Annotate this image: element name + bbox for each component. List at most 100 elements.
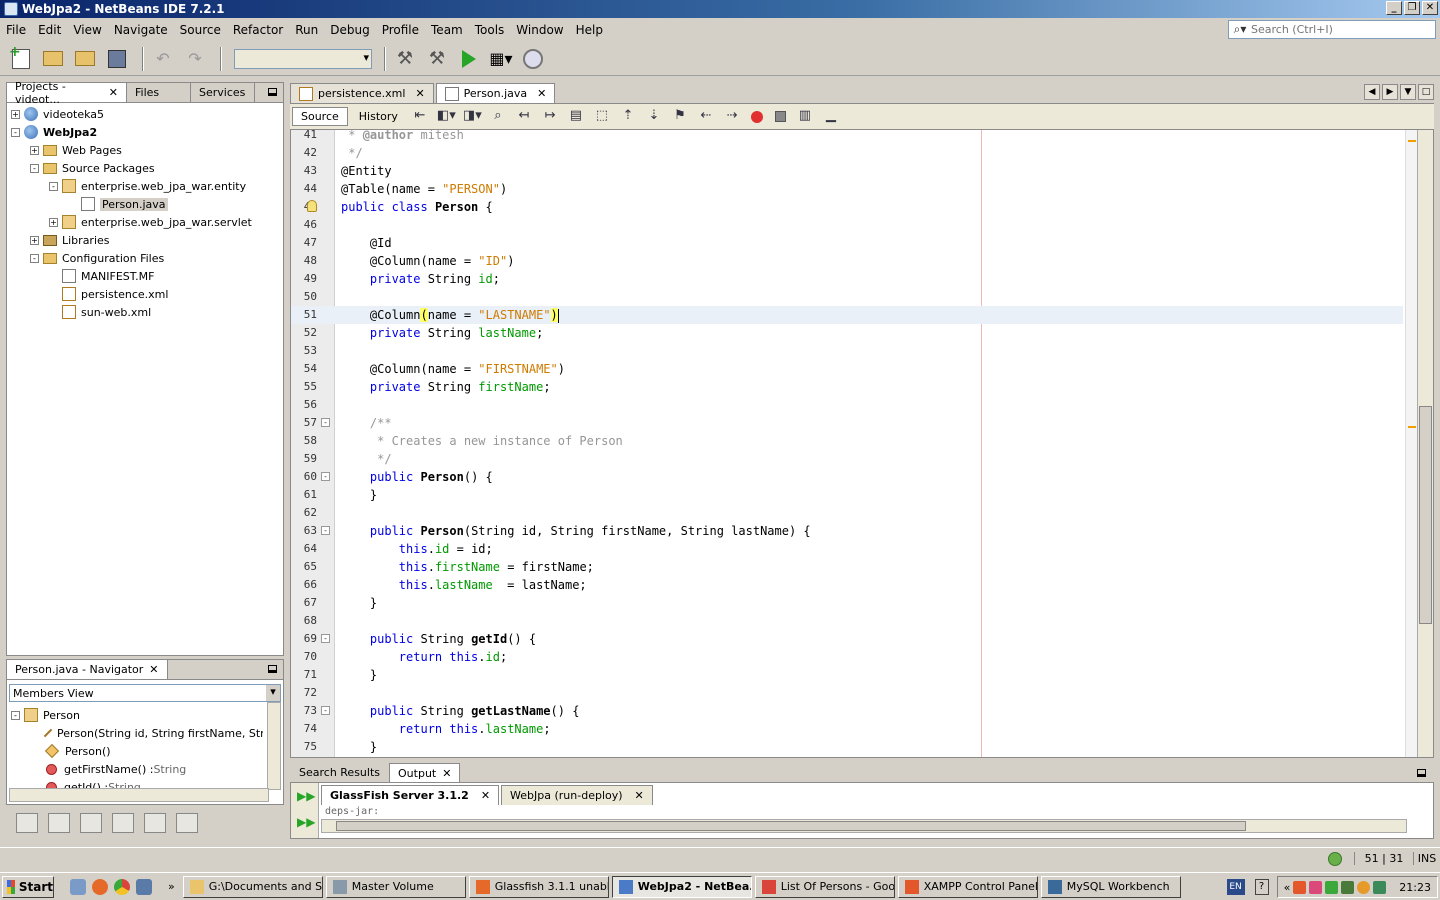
code-line[interactable]: 67 }: [291, 594, 1403, 612]
warning-marker[interactable]: [1408, 426, 1416, 428]
configuration-select[interactable]: [234, 48, 372, 69]
close-icon[interactable]: ✕: [537, 87, 546, 100]
menu-navigate[interactable]: Navigate: [108, 23, 174, 37]
tree-node[interactable]: + enterprise.web_jpa_war.servlet: [7, 213, 283, 231]
code-line[interactable]: 53: [291, 342, 1403, 360]
menu-source[interactable]: Source: [174, 23, 227, 37]
tab-navigator[interactable]: Person.java - Navigator ✕: [7, 660, 168, 679]
toggle-highlight-icon[interactable]: ▤: [567, 108, 585, 126]
show-non-public-icon[interactable]: [112, 813, 134, 833]
scrollbar-thumb[interactable]: [1419, 406, 1432, 624]
help-icon[interactable]: ?: [1254, 879, 1269, 895]
output-horizontal-scrollbar[interactable]: [321, 819, 1407, 833]
back-icon[interactable]: ◧▾: [437, 108, 456, 126]
tab-output[interactable]: Output ✕: [389, 763, 461, 782]
output-subtab[interactable]: GlassFish Server 3.1.2 ✕: [321, 785, 500, 805]
toggle-bookmark-icon[interactable]: ⚑: [671, 108, 689, 126]
last-edit-icon[interactable]: ⇤: [411, 108, 429, 126]
navigator-member[interactable]: Person(): [43, 742, 263, 760]
scrollbar-thumb[interactable]: [336, 821, 1246, 831]
clock[interactable]: 21:23: [1399, 881, 1431, 894]
editor-vertical-scrollbar[interactable]: [1417, 130, 1433, 757]
display-tray-icon[interactable]: [1341, 880, 1355, 894]
minimize-panel-icon[interactable]: [1417, 769, 1426, 777]
close-icon[interactable]: ✕: [109, 86, 118, 99]
find-icon[interactable]: ⌕: [489, 108, 507, 126]
code-line[interactable]: 48 @Column(name = "ID"): [291, 252, 1403, 270]
code-line[interactable]: 44 @Table(name = "PERSON"): [291, 180, 1403, 198]
editor-tab-person-java[interactable]: Person.java ✕: [435, 83, 556, 103]
code-line[interactable]: 49 private String id;: [291, 270, 1403, 288]
code-editor[interactable]: 41 * @author mitesh 42 */43 @Entity 44 @Tabl…: [290, 130, 1434, 758]
tree-node[interactable]: + Libraries: [7, 231, 283, 249]
code-line[interactable]: 70 return this.id;: [291, 648, 1403, 666]
toggle-rect-selection-icon[interactable]: ⬚: [593, 108, 611, 126]
tray-app-icon[interactable]: [1309, 880, 1323, 894]
code-line[interactable]: 57- /**: [291, 414, 1403, 432]
show-desktop-icon[interactable]: [70, 878, 86, 895]
scroll-tabs-left-icon[interactable]: ◀: [1364, 84, 1380, 100]
code-line[interactable]: 63- public Person(String id, String firs…: [291, 522, 1403, 540]
collapse-icon[interactable]: -: [49, 181, 58, 191]
navigator-vertical-scrollbar[interactable]: [267, 702, 281, 790]
history-view-button[interactable]: History: [350, 107, 407, 126]
tab-files[interactable]: Files: [127, 83, 191, 102]
tree-node[interactable]: + Web Pages: [7, 141, 283, 159]
menu-team[interactable]: Team: [425, 23, 469, 37]
menu-window[interactable]: Window: [510, 23, 569, 37]
navigator-root[interactable]: - Person: [7, 706, 283, 724]
navigator-horizontal-scrollbar[interactable]: [9, 788, 269, 802]
code-line[interactable]: 52 private String lastName;: [291, 324, 1403, 342]
new-file-button[interactable]: [8, 44, 34, 72]
fold-icon[interactable]: -: [321, 706, 330, 715]
code-line[interactable]: 60- public Person() {: [291, 468, 1403, 486]
save-all-button[interactable]: [104, 46, 130, 72]
close-window-button[interactable]: ✕: [1422, 1, 1438, 15]
code-line[interactable]: 69- public String getId() {: [291, 630, 1403, 648]
code-line[interactable]: 62: [291, 504, 1403, 522]
xampp-tray-icon[interactable]: [1293, 880, 1307, 894]
rerun-with-params-icon[interactable]: ▶▶: [297, 815, 315, 829]
code-line[interactable]: 64 this.id = id;: [291, 540, 1403, 558]
expand-icon[interactable]: +: [30, 145, 39, 155]
code-line[interactable]: 68: [291, 612, 1403, 630]
tree-node[interactable]: + videoteka5: [7, 105, 283, 123]
rerun-icon[interactable]: ▶▶: [297, 789, 315, 803]
menu-run[interactable]: Run: [289, 23, 324, 37]
task-button[interactable]: XAMPP Control Panel ...: [897, 875, 1038, 898]
minimize-window-button[interactable]: _: [1386, 1, 1402, 15]
code-line[interactable]: 73- public String getLastName() {: [291, 702, 1403, 720]
profile-button[interactable]: [520, 46, 546, 72]
find-next-icon[interactable]: ↦: [541, 108, 559, 126]
menu-debug[interactable]: Debug: [324, 23, 375, 37]
start-button[interactable]: Start: [2, 875, 54, 898]
tab-projects[interactable]: Projects - videot... ✕: [7, 80, 127, 106]
minimize-panel-icon[interactable]: [268, 665, 277, 673]
expand-tray-icon[interactable]: «: [1284, 881, 1291, 894]
code-line[interactable]: 55 private String firstName;: [291, 378, 1403, 396]
run-button[interactable]: [456, 46, 482, 72]
show-static-icon[interactable]: [80, 813, 102, 833]
warning-marker[interactable]: [1408, 140, 1416, 142]
code-line[interactable]: 51 @Column(name = "LASTNAME"): [291, 306, 1403, 324]
fold-icon[interactable]: -: [321, 634, 330, 643]
shift-right-icon[interactable]: ⇢: [723, 108, 741, 126]
code-line[interactable]: 41 * @author mitesh: [291, 130, 1403, 144]
maximize-window-icon[interactable]: □: [1418, 84, 1434, 100]
navigator-view-select[interactable]: Members View: [9, 684, 281, 702]
code-line[interactable]: 58 * Creates a new instance of Person: [291, 432, 1403, 450]
open-project-button[interactable]: [72, 46, 98, 72]
expand-icon[interactable]: +: [11, 109, 20, 119]
task-button[interactable]: MySQL Workbench: [1040, 875, 1181, 898]
tree-node[interactable]: - Source Packages: [7, 159, 283, 177]
task-button[interactable]: G:\Documents and S...: [182, 875, 323, 898]
collapse-icon[interactable]: -: [11, 127, 20, 137]
security-tray-icon[interactable]: [1373, 880, 1387, 894]
close-icon[interactable]: ✕: [481, 789, 490, 802]
code-line[interactable]: 66 this.lastName = lastName;: [291, 576, 1403, 594]
task-button[interactable]: WebJpa2 - NetBea...: [611, 875, 752, 898]
tree-node[interactable]: - WebJpa2: [7, 123, 283, 141]
code-line[interactable]: 71 }: [291, 666, 1403, 684]
code-line[interactable]: 42 */: [291, 144, 1403, 162]
task-button[interactable]: Master Volume: [325, 875, 466, 898]
